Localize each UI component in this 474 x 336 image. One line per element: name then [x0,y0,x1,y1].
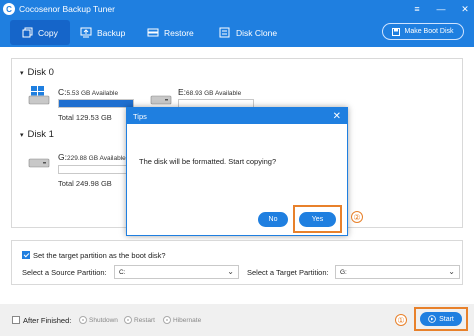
disk-total: Total 129.53 GB [58,113,112,122]
chevron-down-icon: ▾ [20,69,24,77]
dialog-title-bar: Tips ✕ [127,108,347,124]
partition-g[interactable]: G:229.88 GB Available [58,152,126,162]
bottom-bar: After Finished: Shutdown Restart Hiberna… [0,304,474,336]
partition-c[interactable]: C:5.53 GB Available [58,87,118,97]
restart-radio[interactable] [124,316,132,324]
app-title: Cocosenor Backup Tuner [19,4,115,14]
tab-restore[interactable]: Restore [147,20,194,45]
target-partition-label: Select a Target Partition: [247,268,329,277]
tab-label: Restore [164,27,194,38]
toolbar: Copy Backup Restore Disk Clone Make Boot… [0,18,474,47]
no-button[interactable]: No [258,212,288,227]
radio-label: Hibernate [173,317,202,324]
minimize-icon[interactable]: — [436,4,446,14]
tab-backup[interactable]: Backup [80,20,125,45]
boot-disk-checkbox[interactable] [22,251,30,259]
make-boot-disk-button[interactable]: Make Boot Disk [382,23,464,40]
restore-icon [147,28,159,37]
dialog-message: The disk will be formatted. Start copyin… [139,157,277,166]
boot-disk-label: Set the target partition as the boot dis… [33,251,166,260]
title-bar: C Cocosenor Backup Tuner ≡ — ✕ [0,0,474,18]
tab-label: Copy [38,27,58,38]
chevron-down-icon: ⌄ [448,267,455,276]
tab-disk-clone[interactable]: Disk Clone [219,20,277,45]
partition-e[interactable]: E:68.93 GB Available [178,87,241,97]
hibernate-radio[interactable] [163,316,171,324]
make-boot-disk-label: Make Boot Disk [404,28,454,35]
after-finished-checkbox[interactable] [12,316,20,324]
tips-dialog: Tips ✕ The disk will be formatted. Start… [126,107,348,236]
partition-size: 5.53 GB Available [66,90,119,97]
partition-size: 229.88 GB Available [66,155,126,162]
select-value: G: [340,268,347,276]
copy-options-panel: Set the target partition as the boot dis… [11,240,463,285]
yes-button[interactable]: Yes [299,212,336,227]
disk-1-header[interactable]: ▾ Disk 1 [20,129,54,140]
after-finished-label: After Finished: [23,316,72,325]
menu-icon[interactable]: ≡ [412,4,422,14]
target-partition-select[interactable]: G: ⌄ [335,265,460,279]
disk-label: Disk 0 [27,67,54,78]
disk-clone-icon [219,27,230,38]
step-2-marker: ② [351,211,363,223]
windows-drive-icon [28,86,50,105]
start-button[interactable]: Start [420,312,462,326]
backup-icon [80,27,92,38]
tab-copy[interactable]: Copy [10,20,70,45]
disk-total: Total 249.98 GB [58,179,112,188]
app-logo: C [3,3,15,15]
drive-icon [150,95,172,105]
partition-letter: G: [58,152,67,162]
disk-label: Disk 1 [27,129,54,140]
close-icon[interactable]: ✕ [460,4,470,15]
partition-usage-bar [58,165,134,174]
step-1-marker: ① [395,314,407,326]
shutdown-radio[interactable] [79,316,87,324]
partition-size: 68.93 GB Available [186,90,242,97]
select-value: C: [119,268,126,276]
start-label: Start [439,315,454,323]
dialog-title: Tips [133,111,147,121]
close-icon[interactable]: ✕ [333,111,341,122]
tab-label: Backup [97,27,126,38]
disk-0-header[interactable]: ▾ Disk 0 [20,67,54,78]
source-partition-label: Select a Source Partition: [22,268,107,277]
chevron-down-icon: ▾ [20,131,24,139]
disk-icon [392,27,401,36]
drive-icon [28,158,50,168]
usage-fill [59,100,133,107]
radio-label: Restart [134,317,155,324]
partition-letter: E: [178,87,187,97]
tab-label: Disk Clone [236,27,278,38]
partition-usage-bar [58,99,134,108]
source-partition-select[interactable]: C: ⌄ [114,265,239,279]
play-icon [428,315,436,323]
copy-icon [22,27,33,38]
chevron-down-icon: ⌄ [227,267,234,276]
window-controls: ≡ — ✕ [412,0,470,18]
partition-letter: C: [58,87,67,97]
radio-label: Shutdown [89,317,118,324]
